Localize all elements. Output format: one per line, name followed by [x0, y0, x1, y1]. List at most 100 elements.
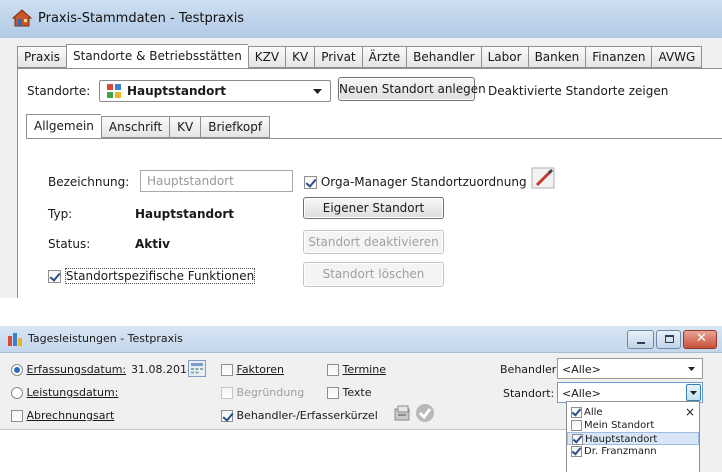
dropdown-item-alle[interactable]: Alle ×: [567, 406, 699, 419]
begruendung-checkbox[interactable]: Begründung: [221, 386, 304, 399]
confirm-check-icon[interactable]: [415, 403, 435, 423]
behandler-kuerzel-checkbox[interactable]: Behandler-/Erfasserkürzel: [221, 409, 378, 422]
begruendung-label: Begründung: [236, 386, 305, 399]
standorte-combo[interactable]: Hauptstandort: [99, 80, 331, 102]
deactivate-location-button[interactable]: Standort deaktivieren: [303, 230, 444, 254]
erfassungsdatum-radio-dot[interactable]: [11, 364, 23, 376]
tab-behandler[interactable]: Behandler: [406, 46, 481, 68]
behandler-combo[interactable]: <Alle>: [557, 358, 703, 379]
begruendung-checkbox-box[interactable]: [221, 387, 233, 399]
specific-functions-checkbox-box[interactable]: [48, 270, 61, 283]
tab-standorte[interactable]: Standorte & Betriebsstätten: [66, 44, 248, 69]
subtab-kv[interactable]: KV: [169, 116, 201, 138]
dropdown-checkbox-alle[interactable]: [571, 406, 582, 418]
maximize-icon: [665, 335, 674, 343]
typ-label: Typ:: [48, 207, 73, 221]
texte-checkbox[interactable]: Texte: [327, 386, 372, 399]
maximize-button[interactable]: [656, 330, 681, 349]
abrechnungsart-checkbox-box[interactable]: [11, 410, 23, 422]
subtab-briefkopf[interactable]: Briefkopf: [200, 116, 271, 138]
texte-checkbox-box[interactable]: [327, 387, 339, 399]
erfassungsdatum-value[interactable]: 31.08.2018: [131, 363, 194, 376]
bezeichnung-input[interactable]: Hauptstandort: [140, 170, 293, 192]
location-icon: [107, 84, 121, 98]
tab-privat[interactable]: Privat: [314, 46, 362, 68]
standort-combo[interactable]: <Alle>: [557, 382, 703, 403]
dropdown-item-mein-standort[interactable]: Mein Standort: [567, 419, 699, 432]
title-bar: Praxis-Stammdaten - Testpraxis: [0, 0, 722, 38]
specific-functions-checkbox[interactable]: Standortspezifische Funktionen: [48, 268, 256, 284]
tab-labor[interactable]: Labor: [480, 46, 528, 68]
dropdown-item-hauptstandort[interactable]: Hauptstandort: [567, 432, 699, 445]
behandler-combo-value: <Alle>: [562, 363, 601, 376]
minimize-button[interactable]: [627, 330, 654, 349]
leistungsdatum-label: Leistungsdatum:: [26, 386, 119, 399]
chevron-down-icon: [688, 367, 695, 371]
dropdown-item-label: Hauptstandort: [585, 434, 658, 445]
delete-location-button[interactable]: Standort löschen: [303, 262, 444, 287]
abrechnungsart-label: Abrechnungsart: [26, 409, 115, 422]
faktoren-label: Faktoren: [236, 363, 285, 376]
behandler-label: Behandler:: [500, 363, 560, 376]
close-window-button[interactable]: ✕: [683, 330, 717, 349]
dropdown-item-dr-franzmann[interactable]: Dr. Franzmann: [567, 445, 699, 458]
status-label: Status:: [48, 237, 91, 251]
orga-checkbox-box[interactable]: [304, 176, 317, 189]
title-bar-2: Tagesleistungen - Testpraxis ✕: [0, 326, 722, 353]
leistungsdatum-radio[interactable]: Leistungsdatum:: [11, 386, 118, 399]
standorte-label: Standorte:: [27, 84, 91, 98]
window-title: Praxis-Stammdaten - Testpraxis: [38, 11, 245, 26]
standort-dropdown-list: Alle × Mein Standort Hauptstandort Dr. F…: [566, 401, 700, 472]
edit-pencil-icon[interactable]: [531, 166, 557, 190]
standorte-combo-value: Hauptstandort: [127, 84, 227, 98]
standort-combo-value: <Alle>: [562, 387, 601, 400]
termine-checkbox[interactable]: Termine: [327, 363, 386, 376]
tab-kzv[interactable]: KZV: [247, 46, 286, 68]
erfassungsdatum-radio[interactable]: Erfassungsdatum:: [11, 363, 126, 376]
house-icon: [12, 9, 32, 27]
behandler-kuerzel-label: Behandler-/Erfasserkürzel: [236, 409, 378, 422]
close-icon: ✕: [696, 331, 707, 346]
termine-label: Termine: [342, 363, 386, 376]
status-value: Aktiv: [135, 237, 170, 251]
dropdown-checkbox-dr-franzmann[interactable]: [571, 445, 582, 457]
dropdown-item-label: Mein Standort: [584, 420, 655, 431]
tab-aerzte[interactable]: Ärzte: [361, 46, 407, 68]
subtab-anschrift[interactable]: Anschrift: [100, 116, 170, 138]
standort-dropdown-button[interactable]: [686, 384, 701, 401]
faktoren-checkbox[interactable]: Faktoren: [221, 363, 284, 376]
show-deactivated-link[interactable]: Deaktivierte Standorte zeigen: [488, 84, 668, 98]
eigener-standort-button[interactable]: Eigener Standort: [303, 197, 444, 219]
dropdown-close-icon[interactable]: ×: [685, 406, 695, 419]
dropdown-item-label: Dr. Franzmann: [584, 446, 657, 457]
subtab-allgemein[interactable]: Allgemein: [26, 114, 101, 139]
erfassungsdatum-label: Erfassungsdatum:: [26, 363, 127, 376]
tab-finanzen[interactable]: Finanzen: [585, 46, 652, 68]
tab-banken[interactable]: Banken: [527, 46, 586, 68]
dropdown-checkbox-hauptstandort[interactable]: [572, 433, 583, 445]
specific-functions-label: Standortspezifische Funktionen: [64, 268, 256, 284]
abrechnungsart-checkbox[interactable]: Abrechnungsart: [11, 409, 114, 422]
minimize-icon: [637, 342, 645, 344]
export-icon[interactable]: [394, 404, 412, 422]
tagesleistungen-window: Tagesleistungen - Testpraxis ✕ Erfassung…: [0, 326, 722, 472]
calendar-icon[interactable]: [188, 360, 206, 377]
orga-checkbox[interactable]: Orga-Manager Standortzuordnung: [304, 175, 527, 189]
typ-value: Hauptstandort: [135, 207, 235, 221]
orga-checkbox-label: Orga-Manager Standortzuordnung: [320, 175, 527, 189]
leistungsdatum-radio-dot[interactable]: [11, 387, 23, 399]
chevron-down-icon: [690, 391, 697, 395]
texte-label: Texte: [342, 386, 372, 399]
tab-avwg[interactable]: AVWG: [651, 46, 703, 68]
faktoren-checkbox-box[interactable]: [221, 364, 233, 376]
behandler-kuerzel-checkbox-box[interactable]: [221, 410, 233, 422]
new-location-button[interactable]: Neuen Standort anlegen: [338, 77, 486, 101]
dropdown-item-label: Alle: [584, 407, 603, 418]
dropdown-checkbox-mein-standort[interactable]: [571, 419, 582, 431]
chevron-down-icon: [313, 89, 322, 94]
calendar-chart-icon: [8, 333, 22, 346]
tab-praxis[interactable]: Praxis: [17, 46, 66, 68]
results-area: [0, 430, 566, 472]
tab-kv[interactable]: KV: [285, 46, 315, 68]
termine-checkbox-box[interactable]: [327, 364, 339, 376]
